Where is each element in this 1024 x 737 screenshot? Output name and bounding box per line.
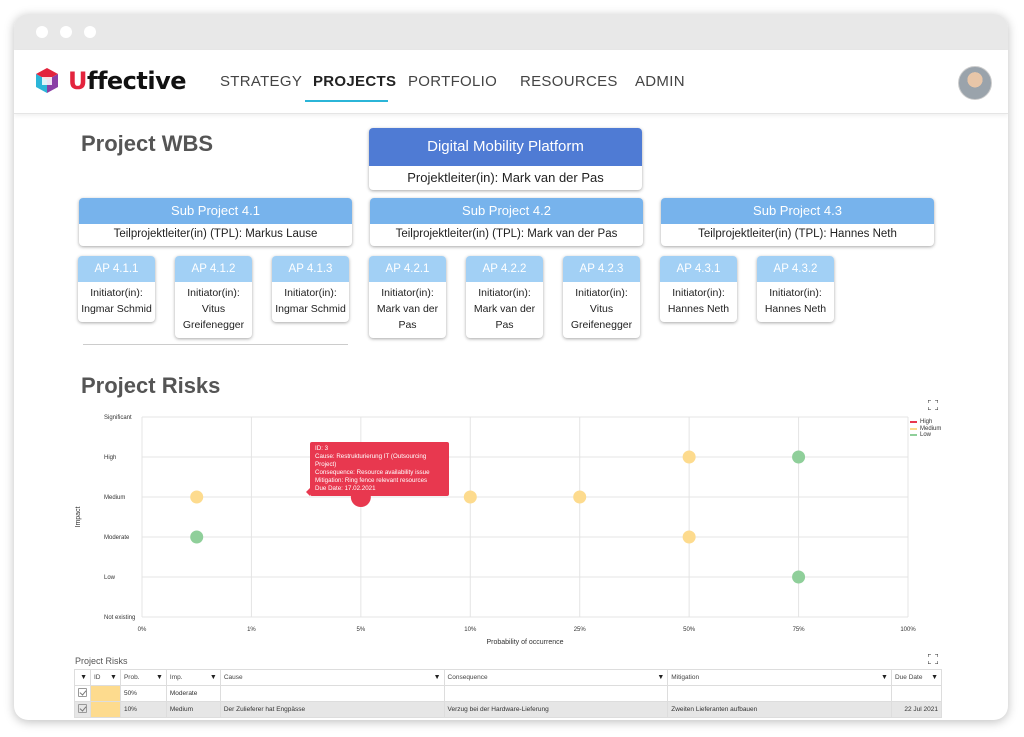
col-imp[interactable]: Imp. ▼ (165, 669, 221, 686)
risk-point-medium[interactable] (682, 450, 696, 464)
y-tick-labels: Not existing Low Moderate Medium High Signifi… (104, 415, 135, 621)
y-tick-label: Low (104, 575, 116, 581)
expand-chart-icon[interactable] (928, 400, 938, 410)
risk-tooltip: ID: 3 Cause: Restrukturierung IT (Outsou… (306, 442, 449, 496)
x-tick-label: 50% (683, 627, 696, 633)
col-consequence[interactable]: Consequence ▼ (443, 669, 669, 686)
x-tick-label: 1% (247, 627, 256, 633)
risk-point-low[interactable] (190, 530, 204, 544)
row-consequence: Verzug bei der Hardware-Lieferung (443, 701, 669, 718)
risk-point-medium[interactable] (463, 490, 477, 504)
col-cause[interactable]: Cause ▼ (219, 669, 445, 686)
x-tick-label: 10% (464, 627, 477, 633)
col-id[interactable]: ID ▼ (90, 669, 121, 686)
row-checkbox[interactable] (74, 701, 91, 718)
y-tick-label: Moderate (104, 535, 130, 541)
x-tick-label: 0% (138, 627, 147, 633)
row-cause: Der Zulieferer hat Engpässe (219, 701, 445, 718)
y-tick-label: High (104, 455, 116, 461)
chart-legend: High Medium Low (910, 419, 941, 439)
table-title: Project Risks (75, 656, 128, 666)
risk-points (190, 450, 806, 584)
row-imp: Moderate (165, 685, 221, 702)
x-tick-label: 75% (793, 627, 806, 633)
col-due[interactable]: Due Date ▼ (890, 669, 943, 686)
table-row[interactable]: 50% Moderate (74, 685, 943, 702)
x-tick-label: 25% (574, 627, 587, 633)
legend-item-low: Low (910, 432, 941, 439)
x-axis-label: Probability of occurrence (486, 639, 563, 646)
table-row[interactable]: 10% Medium Der Zulieferer hat Engpässe V… (74, 701, 943, 718)
risk-point-low[interactable] (792, 570, 806, 584)
y-tick-label: Not existing (104, 615, 135, 621)
x-tick-label: 100% (900, 627, 916, 633)
row-consequence (443, 685, 669, 702)
y-axis-label: Impact (75, 506, 82, 527)
row-mitigation: Zweiten Lieferanten aufbauen (667, 701, 892, 718)
row-id (90, 701, 121, 718)
risk-point-low[interactable] (792, 450, 806, 464)
x-tick-labels: 0% 1% 5% 10% 25% 50% 75% 100% (138, 627, 917, 633)
row-checkbox[interactable] (74, 685, 91, 702)
chart-grid (141, 416, 909, 618)
row-due (890, 685, 943, 702)
risk-point-medium[interactable] (190, 490, 204, 504)
expand-table-icon[interactable] (928, 654, 938, 664)
row-id (90, 685, 121, 702)
risk-point-medium[interactable] (573, 490, 587, 504)
row-imp: Medium (165, 701, 221, 718)
risk-table: ▼ ID ▼ Prob. ▼ Imp. ▼ Cause ▼ Consequence ▼ … (74, 669, 943, 718)
risk-matrix-chart: 0% 1% 5% 10% 25% 50% 75% 100% Not existing Low Mo… (75, 415, 917, 646)
row-prob: 10% (119, 701, 167, 718)
row-due: 22 Jul 2021 (890, 701, 943, 718)
row-cause (219, 685, 445, 702)
browser-window: Uffective STRATEGY PROJECTS PORTFOLIO RE… (14, 14, 1008, 720)
row-prob: 50% (119, 685, 167, 702)
risk-point-medium[interactable] (682, 530, 696, 544)
row-mitigation (667, 685, 892, 702)
x-tick-label: 5% (357, 627, 366, 633)
col-prob[interactable]: Prob. ▼ (119, 669, 167, 686)
y-tick-label: Significant (104, 415, 132, 421)
col-filter[interactable]: ▼ (74, 669, 91, 686)
col-mitigation[interactable]: Mitigation ▼ (667, 669, 892, 686)
table-header-row: ▼ ID ▼ Prob. ▼ Imp. ▼ Cause ▼ Consequence ▼ … (74, 669, 943, 686)
y-tick-label: Medium (104, 495, 125, 501)
